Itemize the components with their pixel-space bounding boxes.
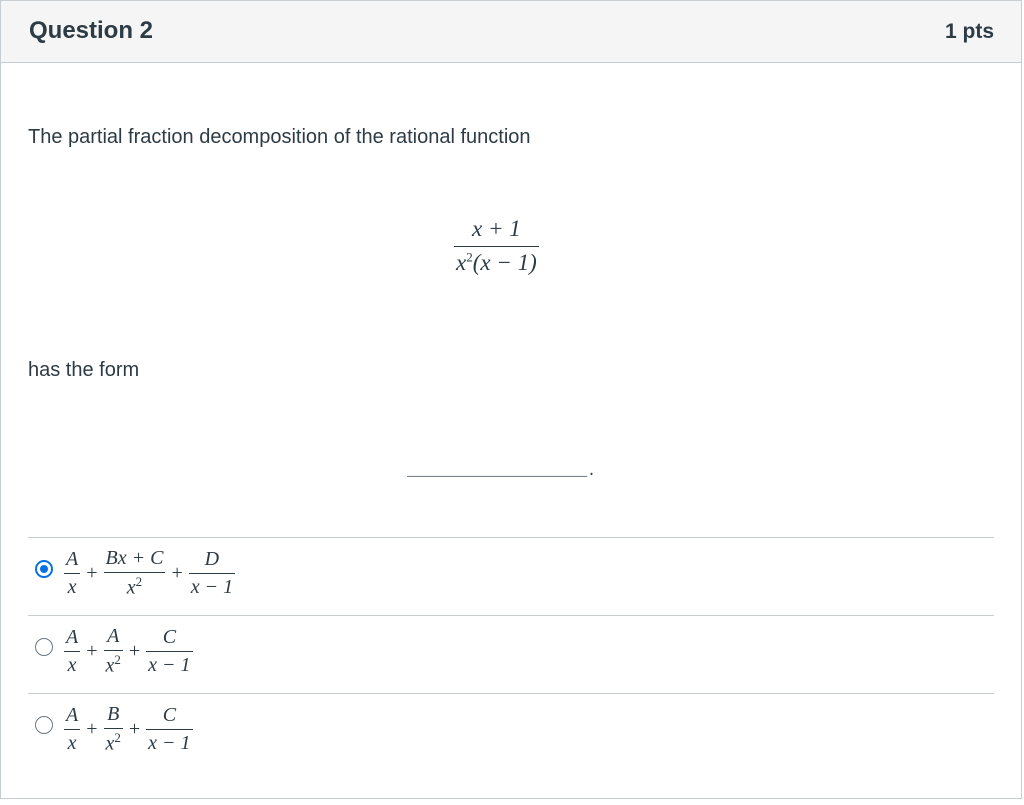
- fraction-bar: [103, 572, 166, 573]
- plus-operator: +: [86, 561, 98, 584]
- plus-operator: +: [128, 717, 141, 740]
- fraction-bar: [103, 650, 123, 651]
- rational-function: x + 1 x2(x − 1): [454, 216, 539, 277]
- term-denominator: x: [67, 653, 77, 676]
- term-numerator: Bx + C: [105, 547, 164, 569]
- term-denominator: x − 1: [148, 653, 191, 676]
- term-denominator: x2: [125, 574, 144, 600]
- denominator-base: x: [456, 250, 467, 276]
- term-fraction: A x: [64, 703, 81, 755]
- denominator-exponent: 2: [135, 574, 143, 589]
- term-denominator: x − 1: [190, 575, 234, 598]
- fraction-bar: [146, 728, 193, 730]
- term-fraction: A x: [64, 547, 81, 599]
- fraction-bar: [64, 572, 81, 574]
- plus-operator: +: [128, 639, 141, 662]
- term-fraction: C x − 1: [146, 625, 193, 677]
- term-numerator: B: [107, 703, 120, 725]
- term-fraction: B x2: [103, 703, 123, 756]
- term-numerator: D: [204, 547, 220, 570]
- denominator-factor: (x − 1): [472, 250, 537, 276]
- term-fraction: A x2: [103, 625, 123, 678]
- answer-option[interactable]: A x + B x2 + C x − 1: [28, 693, 994, 771]
- term-fraction: Bx + C x2: [103, 547, 166, 600]
- answer-option[interactable]: A x + A x2 + C x − 1: [28, 615, 994, 693]
- fraction-bar: [146, 650, 193, 652]
- plus-operator: +: [86, 717, 98, 740]
- form-text: has the form: [28, 359, 140, 381]
- term-denominator: x2: [104, 652, 123, 678]
- term-denominator: x: [67, 731, 77, 754]
- answer-radio[interactable]: [35, 716, 53, 734]
- answer-expression: A x + A x2 + C x − 1: [64, 625, 193, 678]
- question-points: 1 pts: [944, 20, 994, 43]
- term-numerator: C: [162, 703, 177, 726]
- term-numerator: A: [107, 625, 120, 647]
- term-numerator: C: [162, 625, 177, 648]
- answer-radio[interactable]: [35, 560, 53, 578]
- question-prompt: The partial fraction decomposition of th…: [28, 126, 531, 148]
- denominator-exponent: 2: [114, 730, 121, 745]
- answer-list: A x + Bx + C x2 + D x − 1 A x + A x2 + C…: [28, 537, 994, 771]
- term-fraction: C x − 1: [146, 703, 193, 755]
- term-numerator: A: [66, 703, 79, 726]
- answer-expression: A x + B x2 + C x − 1: [64, 703, 193, 756]
- answer-blank: ____________________.: [407, 463, 597, 480]
- term-denominator: x: [67, 575, 77, 598]
- question-header: Question 2 1 pts: [1, 1, 1021, 63]
- denominator-exponent: 2: [114, 652, 121, 667]
- function-numerator: x + 1: [472, 216, 521, 241]
- answer-option[interactable]: A x + Bx + C x2 + D x − 1: [28, 537, 994, 615]
- term-fraction: D x − 1: [188, 547, 236, 599]
- question-title: Question 2: [29, 17, 154, 44]
- fraction-bar: [188, 572, 236, 574]
- term-denominator: x − 1: [148, 731, 191, 754]
- denominator-base: x: [126, 576, 136, 599]
- plus-operator: +: [171, 561, 183, 584]
- term-numerator: A: [66, 547, 79, 570]
- fraction-bar: [103, 728, 123, 729]
- fraction-bar: [64, 650, 81, 652]
- term-denominator: x2: [104, 730, 123, 756]
- rational-function-fraction: x + 1 x2(x − 1): [454, 216, 539, 277]
- term-fraction: A x: [64, 625, 81, 677]
- fraction-bar: [454, 246, 539, 248]
- fraction-bar: [64, 728, 81, 730]
- function-denominator: x2(x − 1): [454, 249, 539, 276]
- answer-radio[interactable]: [35, 638, 53, 656]
- answer-expression: A x + Bx + C x2 + D x − 1: [64, 547, 236, 600]
- plus-operator: +: [86, 639, 98, 662]
- term-numerator: A: [66, 625, 79, 648]
